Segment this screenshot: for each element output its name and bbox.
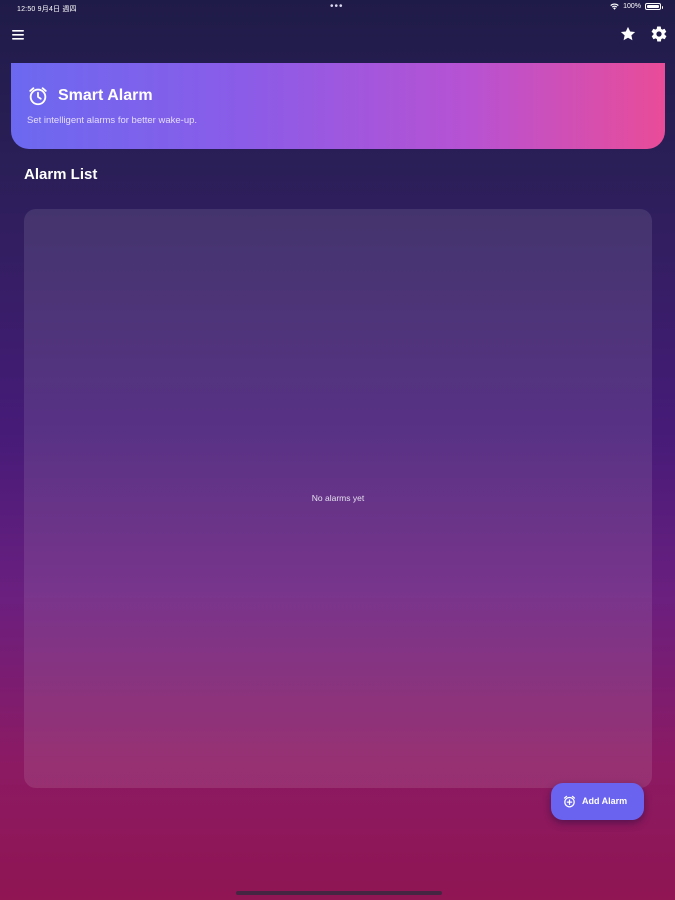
battery-icon [645, 3, 663, 10]
add-alarm-button[interactable]: Add Alarm [551, 783, 644, 820]
hamburger-menu-icon[interactable] [12, 29, 26, 41]
alarm-list-heading: Alarm List [24, 166, 98, 183]
app-subtitle: Set intelligent alarms for better wake-u… [27, 115, 198, 126]
battery-percentage: 100% [623, 3, 641, 10]
empty-state-message: No alarms yet [311, 493, 365, 503]
status-time-date: 12:50 9月4日 週四 [17, 6, 77, 13]
wifi-icon [610, 3, 619, 10]
app-title: Smart Alarm [58, 87, 153, 104]
alarm-list-panel: No alarms yet [24, 209, 652, 788]
home-indicator[interactable] [236, 891, 442, 895]
add-alarm-label: Add Alarm [582, 796, 628, 806]
star-icon[interactable] [619, 25, 637, 43]
header-banner: Smart Alarm Set intelligent alarms for b… [11, 63, 665, 149]
alarm-clock-icon [29, 87, 47, 106]
status-bar: 12:50 9月4日 週四 ••• 100% [0, 0, 675, 16]
status-indicators: 100% [610, 3, 663, 10]
multitasking-dots[interactable]: ••• [330, 1, 344, 12]
gear-icon[interactable] [650, 25, 668, 43]
add-alarm-icon [563, 795, 576, 808]
battery-level [647, 5, 659, 8]
